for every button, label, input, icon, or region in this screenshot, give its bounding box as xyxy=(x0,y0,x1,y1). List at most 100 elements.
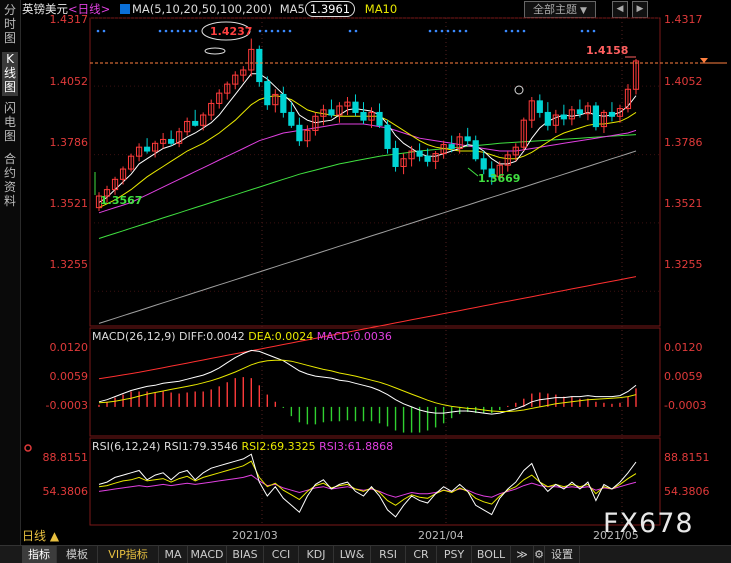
candle-55 xyxy=(536,94,543,118)
candle-51 xyxy=(504,151,511,172)
tab-cr[interactable]: CR xyxy=(406,546,437,563)
signal-dot-4 xyxy=(170,29,174,33)
candle-body-44 xyxy=(448,144,455,149)
candle-body-62 xyxy=(592,105,600,128)
tab-settings[interactable]: 设置 xyxy=(545,546,580,563)
candle-53 xyxy=(520,117,527,152)
candle-66 xyxy=(624,84,632,113)
signal-dot-12 xyxy=(276,29,280,33)
candle-body-47 xyxy=(472,140,479,160)
candle-29 xyxy=(328,99,335,118)
signal-dot-27 xyxy=(522,29,526,33)
candle-30 xyxy=(336,102,343,123)
candle-body-40 xyxy=(416,150,423,157)
recent-high-annotation: 1.4158 xyxy=(586,44,629,57)
tab-rsi[interactable]: RSI xyxy=(371,546,406,563)
tab-lw[interactable]: LW& xyxy=(334,546,371,563)
panel-settings-icon[interactable] xyxy=(24,437,32,452)
low-mid-pointer xyxy=(467,167,479,177)
candle-41 xyxy=(424,148,431,167)
ma100-line xyxy=(98,150,637,324)
candle-6 xyxy=(143,138,151,154)
candle-23 xyxy=(280,86,287,118)
signal-dot-9 xyxy=(258,29,262,33)
signal-dot-21 xyxy=(452,29,456,33)
candle-10 xyxy=(176,127,183,148)
candle-18 xyxy=(240,66,247,82)
tab-boll[interactable]: BOLL xyxy=(472,546,511,563)
candle-56 xyxy=(544,102,551,131)
macd-title-row: MACD(26,12,9) DIFF:0.0042 DEA:0.0024 MAC… xyxy=(92,330,392,343)
price-tick-right-0: 1.4317 xyxy=(664,13,703,26)
candle-body-60 xyxy=(576,109,583,115)
panel-frame-0 xyxy=(89,17,661,327)
candle-36 xyxy=(384,120,391,154)
candle-48 xyxy=(480,151,487,175)
price-tick-left-0: 1.4317 xyxy=(49,13,89,26)
tab-macd[interactable]: MACD xyxy=(188,546,227,563)
candle-47 xyxy=(472,135,479,162)
tab-cci[interactable]: CCI xyxy=(264,546,299,563)
watermark-logo: FX678 xyxy=(603,508,694,539)
low-mid-annotation: 1.3669 xyxy=(478,172,521,185)
macd-tick-right-0: 0.0120 xyxy=(664,341,703,354)
candle-body-21 xyxy=(264,81,271,106)
period-selector[interactable]: 日线 ▲ xyxy=(22,527,59,544)
tab-templates[interactable]: 模板 xyxy=(57,546,98,563)
candle-19 xyxy=(248,38,255,77)
ma50-line xyxy=(98,134,637,239)
chart-canvas xyxy=(89,17,727,526)
tab-vip-indicators[interactable]: VIP指标 xyxy=(98,546,159,563)
swing-marker-circle xyxy=(514,85,524,95)
candle-57 xyxy=(552,109,559,134)
candle-body-56 xyxy=(544,111,551,126)
candle-body-55 xyxy=(536,100,543,113)
tab-psy[interactable]: PSY xyxy=(437,546,472,563)
candle-body-41 xyxy=(424,155,431,162)
signal-dot-25 xyxy=(510,29,514,33)
tab-ma[interactable]: MA xyxy=(159,546,188,563)
tab-kdj[interactable]: KDJ xyxy=(299,546,334,563)
macd-label: MACD: xyxy=(316,330,354,343)
candle-body-64 xyxy=(608,111,616,117)
candle-body-36 xyxy=(384,124,391,149)
macd-tick-right-2: -0.0003 xyxy=(664,399,707,412)
candle-body-33 xyxy=(360,111,367,121)
signal-dot-26 xyxy=(516,29,520,33)
more-tabs-icon[interactable]: ≫ xyxy=(511,546,534,563)
signal-dot-13 xyxy=(282,29,286,33)
signal-dot-1 xyxy=(102,29,106,33)
low-left-annotation: 1.3567 xyxy=(100,194,143,207)
signal-dot-23 xyxy=(464,29,468,33)
candle-body-58 xyxy=(560,114,567,120)
candle-40 xyxy=(416,143,423,162)
signal-dot-24 xyxy=(504,29,508,33)
candle-31 xyxy=(344,96,351,116)
signal-dot-7 xyxy=(188,29,192,33)
candle-9 xyxy=(168,130,175,146)
candle-42 xyxy=(432,151,439,170)
high-marker-ellipse xyxy=(204,47,226,55)
candle-2 xyxy=(111,176,119,195)
candle-3 xyxy=(119,166,127,185)
price-tick-right-2: 1.3786 xyxy=(664,136,703,149)
tab-bias[interactable]: BIAS xyxy=(227,546,264,563)
signal-dot-6 xyxy=(182,29,186,33)
macd-tick-left-0: 0.0120 xyxy=(49,341,89,354)
candle-38 xyxy=(400,153,407,175)
rsi1-value: RSI1:79.3546 xyxy=(163,440,239,453)
macd-tick-right-1: 0.0059 xyxy=(664,370,703,383)
signal-dot-19 xyxy=(440,29,444,33)
price-tick-left-1: 1.4052 xyxy=(49,75,89,88)
gear-icon[interactable]: ⚙ xyxy=(534,546,545,563)
candle-11 xyxy=(184,117,191,136)
candle-33 xyxy=(360,102,367,125)
candle-28 xyxy=(320,104,327,126)
signal-dot-17 xyxy=(428,29,432,33)
macd-tick-left-1: 0.0059 xyxy=(49,370,89,383)
diff-value: 0.0042 xyxy=(206,330,245,343)
candle-body-46 xyxy=(464,136,471,142)
candle-13 xyxy=(200,112,207,131)
candle-body-25 xyxy=(296,124,303,142)
tab-indicators[interactable]: 指标 xyxy=(22,546,57,563)
